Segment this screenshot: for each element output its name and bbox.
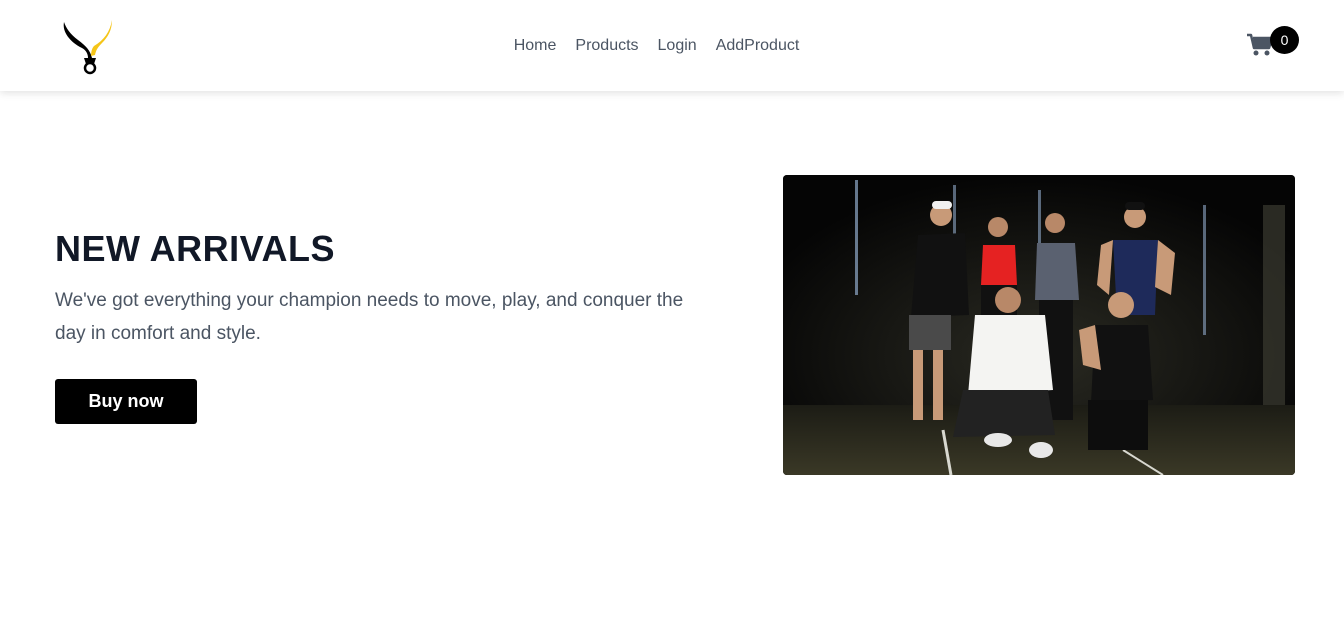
navbar: Home Products Login AddProduct 0	[0, 0, 1344, 91]
main-nav: Home Products Login AddProduct	[0, 0, 1344, 91]
nav-link-login[interactable]: Login	[658, 37, 697, 55]
hero-description: We've got everything your champion needs…	[55, 290, 684, 344]
cart-count-badge: 0	[1270, 26, 1299, 54]
hero-image	[783, 175, 1295, 475]
nav-link-products[interactable]: Products	[575, 37, 638, 55]
hero-title: NEW ARRIVALS	[55, 228, 335, 269]
buy-now-button[interactable]: Buy now	[55, 379, 197, 424]
nav-link-addproduct[interactable]: AddProduct	[716, 37, 800, 55]
nav-link-home[interactable]: Home	[514, 37, 557, 55]
